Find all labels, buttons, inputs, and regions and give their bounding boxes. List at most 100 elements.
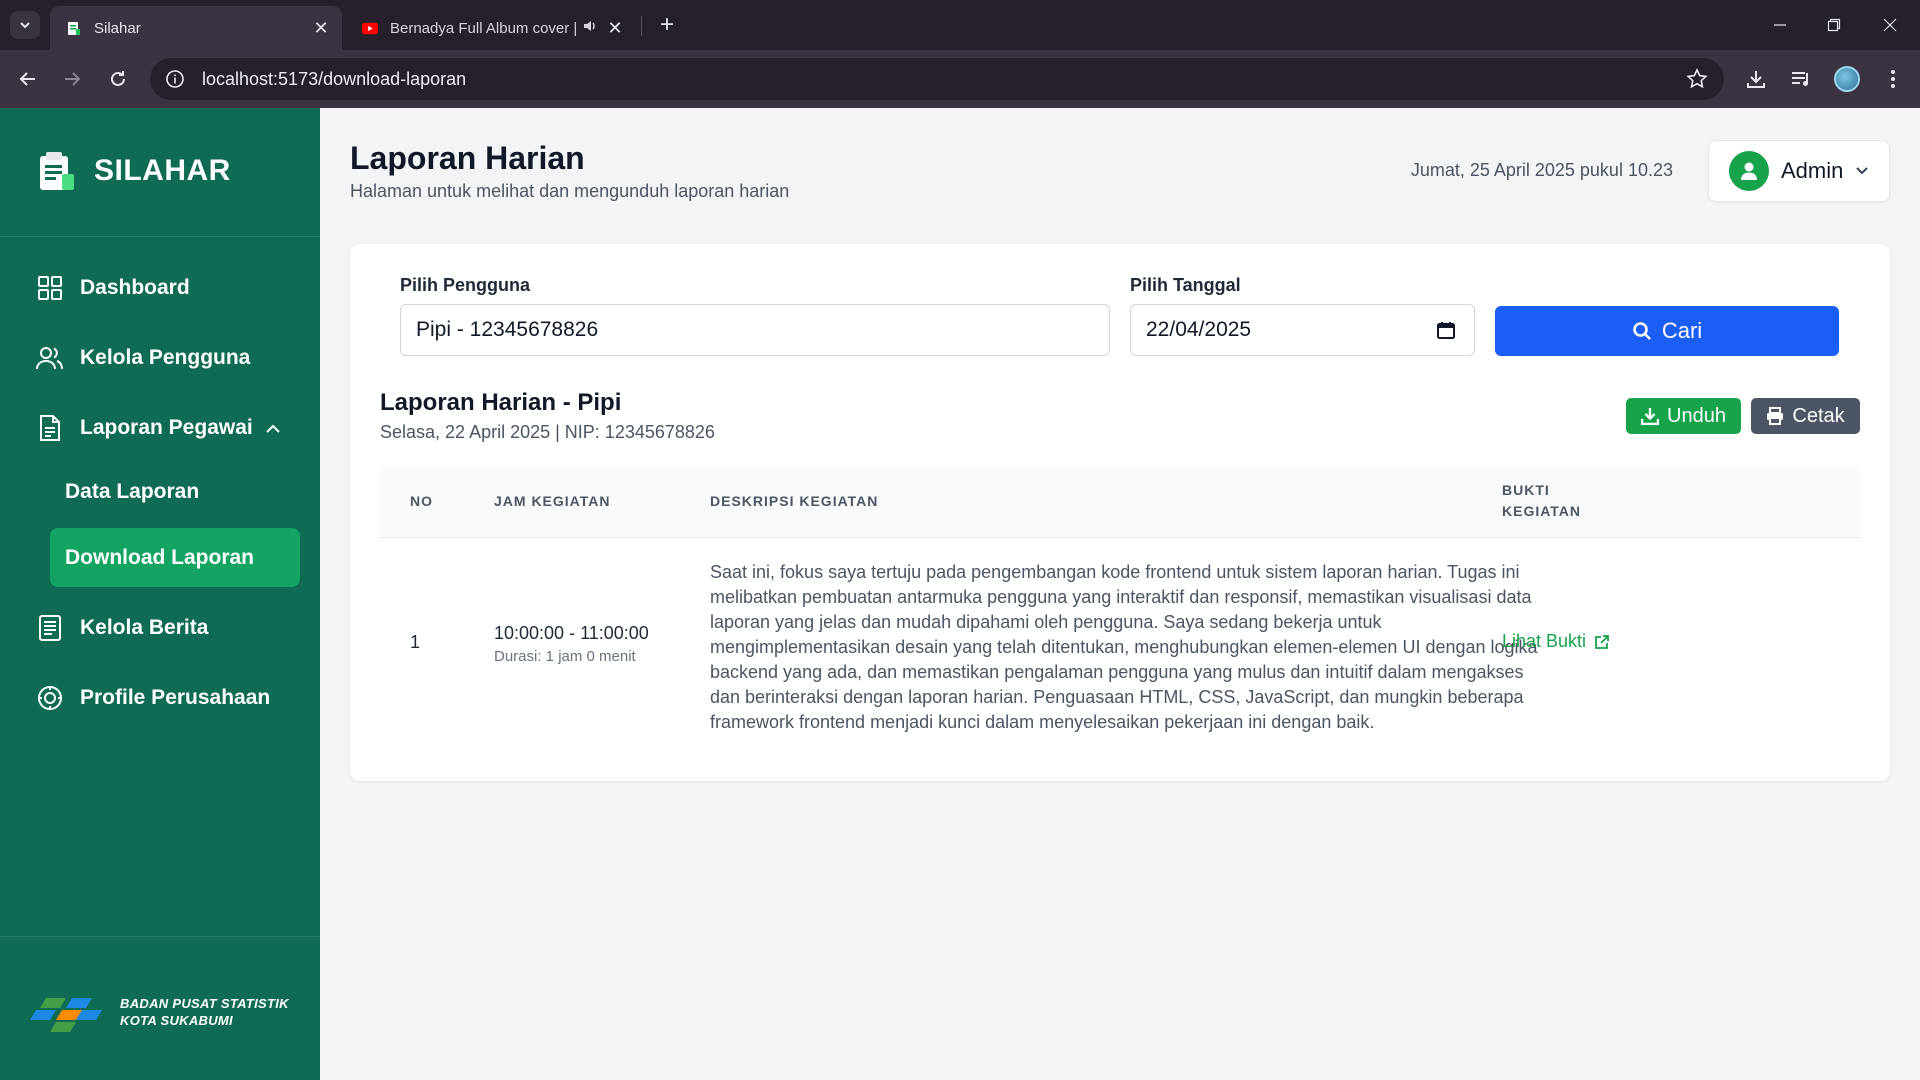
description-line: dan berinteraksi dengan laporan harian. … (710, 687, 1524, 707)
report-card: Pilih Pengguna Pipi - 12345678826 Pilih … (350, 244, 1890, 781)
site-info-icon[interactable] (164, 68, 186, 90)
close-tab-icon[interactable]: ✕ (308, 18, 334, 39)
search-icon (1633, 322, 1651, 340)
profile-icon[interactable] (1833, 65, 1861, 93)
company-icon (36, 684, 64, 712)
sidebar-item-kelola-pengguna[interactable]: Kelola Pengguna (36, 344, 250, 372)
sidebar-item-dashboard[interactable]: Dashboard (36, 274, 190, 302)
report-title: Laporan Harian - Pipi (380, 389, 622, 416)
youtube-icon (362, 20, 378, 36)
column-header-bukti-line-2: KEGIATAN (1502, 503, 1582, 519)
download-icon (1641, 408, 1660, 425)
brand[interactable]: SILAHAR (38, 150, 231, 192)
silahar-favicon (66, 20, 82, 36)
sidebar-item-label: Kelola Pengguna (80, 346, 251, 369)
printer-icon (1767, 407, 1784, 425)
sidebar-divider (0, 936, 320, 937)
description-line: Saat ini, fokus saya tertuju pada pengem… (710, 562, 1520, 582)
column-header-bukti-line-1: BUKTI (1502, 482, 1550, 498)
bookmark-star-icon[interactable] (1686, 68, 1708, 95)
description-line: mengimplementasikan desain yang telah di… (710, 637, 1538, 657)
tab-title: Silahar (94, 19, 141, 37)
description-line: backend yang ada, dan memastikan pengala… (710, 662, 1524, 682)
browser-tab-silahar[interactable]: Silahar ✕ (50, 6, 342, 50)
activity-duration: Durasi: 1 jam 0 menit (494, 648, 636, 665)
download-button[interactable]: Unduh (1626, 398, 1741, 434)
description-line: melibatkan pembuatan antarmuka pengguna … (710, 587, 1532, 607)
more-menu-icon[interactable] (1879, 65, 1907, 93)
download-icon[interactable] (1742, 65, 1770, 93)
date-input[interactable]: 22/04/2025 (1130, 304, 1475, 356)
calendar-icon[interactable] (1436, 320, 1456, 346)
restore-icon[interactable] (1806, 0, 1862, 50)
report-logo-icon (40, 152, 74, 190)
sidebar-item-kelola-berita[interactable]: Kelola Berita (36, 614, 208, 642)
avatar (1729, 151, 1769, 191)
row-number: 1 (410, 632, 421, 652)
column-header-deskripsi: DESKRIPSI KEGIATAN (710, 493, 879, 509)
column-header-bukti: BUKTI KEGIATAN (1502, 480, 1581, 522)
current-datetime: Jumat, 25 April 2025 pukul 10.23 (1410, 160, 1673, 180)
description-line: laporan yang jelas dan mudah dipahami ol… (710, 612, 1382, 632)
page-title: Laporan Harian (350, 140, 585, 176)
browser-toolbar: localhost:5173/download-laporan (0, 50, 1920, 108)
user-select-value: Pipi - 12345678826 (416, 318, 599, 341)
media-control-icon[interactable] (1787, 65, 1815, 93)
minimize-icon[interactable] (1752, 0, 1808, 50)
chevron-down-icon (1855, 162, 1869, 180)
tab-separator (641, 16, 642, 36)
address-bar[interactable]: localhost:5173/download-laporan (150, 58, 1724, 100)
sidebar-item-label: Laporan Pegawai (80, 416, 253, 439)
sidebar-divider (0, 236, 320, 237)
close-tab-icon[interactable]: ✕ (602, 18, 628, 39)
tab-title: Bernadya Full Album cover | (390, 19, 578, 37)
user-icon (1741, 162, 1757, 180)
print-button-label: Cetak (1792, 404, 1845, 427)
grid-icon (36, 274, 64, 302)
view-proof-link[interactable]: Lihat Bukti (1502, 631, 1610, 652)
url-text: localhost:5173/download-laporan (202, 68, 467, 89)
brand-name: SILAHAR (94, 154, 231, 187)
bps-text: BADAN PUSAT STATISTIK KOTA SUKABUMI (120, 995, 289, 1029)
sidebar-item-label: Dashboard (80, 276, 190, 299)
bps-logo: BADAN PUSAT STATISTIK KOTA SUKABUMI (26, 988, 289, 1036)
external-link-icon (1595, 634, 1609, 649)
view-proof-label: Lihat Bukti (1502, 631, 1587, 651)
sidebar-item-profile-perusahaan[interactable]: Profile Perusahaan (36, 684, 270, 712)
chevron-down-icon (20, 22, 30, 29)
sidebar-subitem-data-laporan[interactable]: Data Laporan (50, 462, 300, 521)
sidebar-subitem-label: Download Laporan (65, 545, 254, 569)
download-button-label: Unduh (1667, 404, 1726, 427)
sidebar-subitem-label: Data Laporan (65, 479, 200, 503)
date-label: Pilih Tanggal (1130, 275, 1241, 295)
new-tab-button[interactable]: + (652, 10, 682, 40)
close-window-icon[interactable] (1862, 0, 1918, 50)
back-icon[interactable] (14, 65, 42, 93)
activity-time: 10:00:00 - 11:00:00 (494, 623, 649, 643)
column-header-jam: JAM KEGIATAN (494, 493, 611, 509)
table-header: NO JAM KEGIATAN DESKRIPSI KEGIATAN BUKTI… (380, 466, 1860, 538)
bps-logo-icon (30, 998, 102, 1032)
reload-icon[interactable] (104, 65, 132, 93)
user-menu-button[interactable]: Admin (1708, 140, 1890, 202)
sidebar-item-laporan-pegawai[interactable]: Laporan Pegawai (36, 414, 281, 442)
browser-tab-youtube[interactable]: Bernadya Full Album cover | ✕ (346, 6, 636, 50)
sidebar-subitem-download-laporan[interactable]: Download Laporan (50, 528, 300, 587)
activity-description: Saat ini, fokus saya tertuju pada pengem… (710, 560, 1640, 735)
user-select[interactable]: Pipi - 12345678826 (400, 304, 1110, 356)
tab-search-button[interactable] (10, 11, 40, 39)
search-button[interactable]: Cari (1495, 306, 1839, 356)
sidebar: SILAHAR Dashboard Kelola Pengguna Lapora… (0, 108, 320, 1080)
search-button-label: Cari (1661, 318, 1703, 343)
users-icon (36, 344, 64, 372)
document-icon (36, 414, 64, 442)
sidebar-item-label: Kelola Berita (80, 616, 209, 639)
speaker-icon[interactable] (582, 18, 598, 38)
forward-icon[interactable] (58, 65, 86, 93)
print-button[interactable]: Cetak (1751, 398, 1860, 434)
report-meta: Selasa, 22 April 2025 | NIP: 12345678826 (380, 422, 715, 442)
date-value: 22/04/2025 (1146, 318, 1252, 341)
sidebar-item-label: Profile Perusahaan (80, 686, 271, 709)
page-subtitle: Halaman untuk melihat dan mengunduh lapo… (350, 181, 790, 201)
column-header-no: NO (410, 493, 433, 509)
